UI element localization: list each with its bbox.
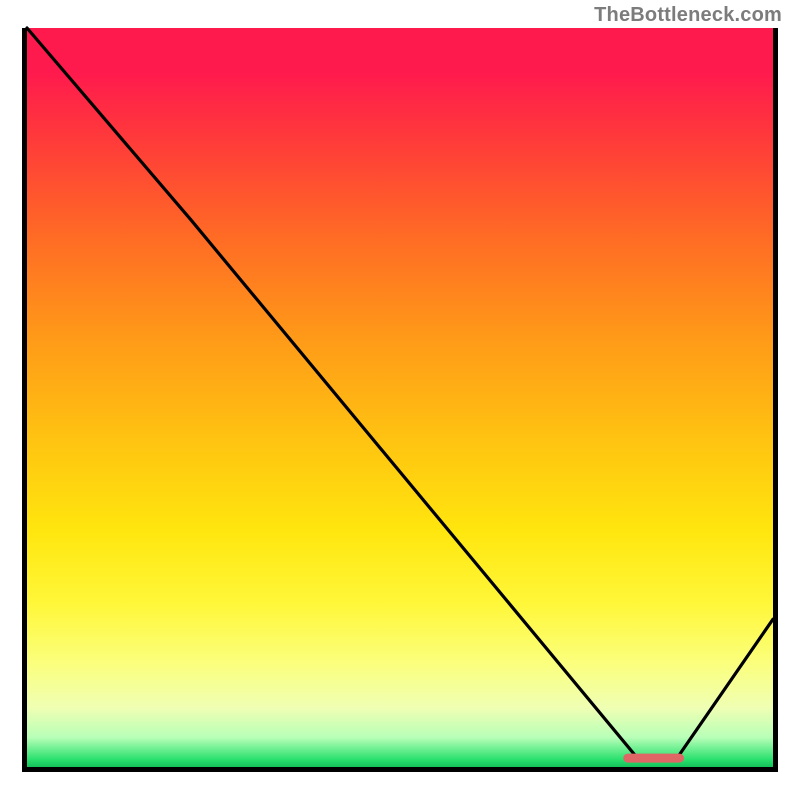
chart-container: TheBottleneck.com [0, 0, 800, 800]
axis-left [22, 28, 27, 772]
attribution-label: TheBottleneck.com [594, 4, 782, 27]
axis-bottom [22, 767, 778, 772]
optimal-range-marker [624, 754, 684, 762]
plot-area [22, 28, 778, 772]
axis-right [773, 28, 778, 772]
line-series [22, 28, 778, 772]
bottleneck-curve [27, 28, 773, 760]
